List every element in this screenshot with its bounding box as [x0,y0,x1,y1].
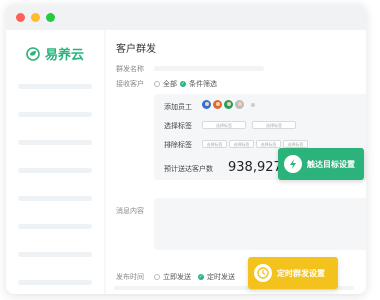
select-tag-field[interactable]: 选择标签 [252,121,296,129]
recipients-option-all[interactable]: 全部 [154,79,177,89]
brand-logo: 易养云 [26,44,84,63]
select-tag-field[interactable]: 选择标签 [202,121,246,129]
sidebar-item[interactable] [18,168,92,173]
sidebar-item[interactable] [18,140,92,145]
lightning-icon [284,155,302,173]
sidebar-item[interactable] [18,224,92,229]
exclude-tag-field[interactable]: 选择标签 [256,140,281,148]
brand-name: 易养云 [45,48,85,63]
sidebar-item[interactable] [18,84,92,89]
sidebar-item[interactable] [18,196,92,201]
recipients-label: 接收客户 [116,80,144,88]
checkmark-icon: ✓ [180,81,186,87]
message-content-label: 消息内容 [116,207,144,215]
send-time-option-now-label: 立即发送 [163,273,191,281]
scheduled-send-callout-label: 定时群发设置 [277,268,325,278]
recipients-option-filter[interactable]: ✓ 条件筛选 [180,79,217,89]
clock-icon [254,264,272,282]
brand-leaf-icon [26,46,40,61]
radio-circle [154,81,160,87]
sidebar: 易养云 [6,30,104,294]
avatar[interactable] [202,100,211,109]
avatar[interactable] [235,100,244,109]
add-staff-label: 添加员工 [164,103,192,111]
add-staff-icon[interactable] [251,102,255,107]
radio-circle [154,274,160,280]
sidebar-item[interactable] [18,252,92,257]
avatar[interactable] [213,100,222,109]
reach-target-callout: 触达目标设置 [278,148,364,180]
estimated-reach-label: 预计送达客户数 [164,165,213,173]
send-time-option-scheduled[interactable]: ✓ 定时发送 [198,272,235,282]
select-tags-label: 选择标签 [164,122,192,130]
page-title: 客户群发 [116,44,156,55]
send-time-label: 发布时间 [116,273,144,281]
recipients-option-filter-label: 条件筛选 [189,80,217,88]
close-window-button[interactable] [16,13,25,22]
staff-avatars [202,100,255,109]
maximize-window-button[interactable] [46,13,55,22]
estimated-reach-count: 938,927 [228,160,282,175]
message-content-input[interactable] [154,198,366,250]
exclude-tag-field[interactable]: 选择标签 [283,140,308,148]
checkmark-icon: ✓ [198,274,204,280]
send-time-option-scheduled-label: 定时发送 [207,273,235,281]
group-name-label: 群发名称 [116,65,144,73]
send-time-option-now[interactable]: 立即发送 [154,272,191,282]
scheduled-send-callout: 定时群发设置 [248,257,338,289]
recipients-option-all-label: 全部 [163,80,177,88]
sidebar-item[interactable] [18,280,92,285]
exclude-tag-field[interactable]: 选择标签 [229,140,254,148]
minimize-window-button[interactable] [31,13,40,22]
group-name-input[interactable] [154,66,264,71]
sidebar-item[interactable] [18,112,92,117]
exclude-tags-label: 排除标签 [164,141,192,149]
avatar[interactable] [224,100,233,109]
window-titlebar [6,4,366,30]
reach-target-callout-label: 触达目标设置 [307,159,355,169]
exclude-tag-field[interactable]: 选择标签 [202,140,227,148]
